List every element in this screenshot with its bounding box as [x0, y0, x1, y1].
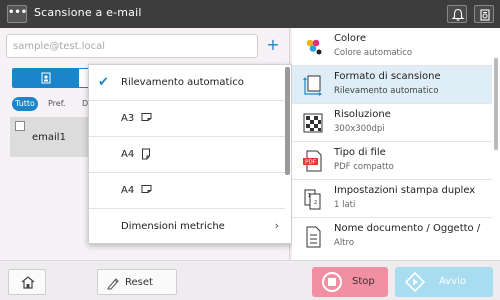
dropdown-item-a4-landscape[interactable]: A4	[89, 173, 285, 209]
settings-panel: Colore Colore automatico Formato di scan…	[292, 28, 500, 260]
bell-icon	[451, 8, 465, 21]
setting-title: Tipo di file	[334, 147, 386, 158]
contact-item[interactable]: email1	[10, 117, 100, 157]
setting-value: 1 lati	[334, 200, 356, 210]
duplex-icon: 1 2	[304, 189, 321, 210]
setting-title: Nome documento / Oggetto /	[334, 223, 481, 234]
dropdown-item-label: A4	[121, 185, 135, 196]
settings-scrollbar[interactable]	[494, 58, 498, 150]
svg-text:1: 1	[308, 193, 311, 199]
document-icon	[306, 226, 321, 248]
dropdown-item-label: A4	[121, 149, 135, 160]
resolution-icon	[303, 113, 323, 133]
menu-button[interactable]: •••	[7, 5, 27, 23]
setting-scan-size[interactable]: Formato di scansione Rilevamento automat…	[292, 66, 492, 104]
start-label: Avvio	[439, 276, 466, 287]
dropdown-item-label: Rilevamento automatico	[121, 77, 244, 88]
setting-value: Altro	[334, 238, 355, 248]
contact-checkbox[interactable]	[15, 121, 25, 131]
filter-pref-chip[interactable]: Pref.	[48, 97, 66, 111]
setting-value: Colore automatico	[334, 48, 413, 58]
address-book-tab[interactable]	[13, 69, 79, 87]
dropdown-item-label: A3	[121, 113, 135, 124]
setting-resolution[interactable]: Risoluzione 300x300dpi	[292, 104, 492, 142]
scan-size-icon	[303, 75, 322, 96]
setting-title: Colore	[334, 33, 367, 44]
address-book-icon	[41, 72, 51, 84]
start-icon	[405, 272, 425, 292]
dropdown-item-auto[interactable]: ✔ Rilevamento automatico	[89, 65, 285, 101]
start-button[interactable]: Avvio	[395, 267, 493, 297]
email-address-input[interactable]	[6, 34, 258, 58]
top-bar: ••• Scansione a e-mail	[0, 0, 500, 28]
stop-button[interactable]: Stop	[312, 267, 388, 297]
stop-label: Stop	[352, 276, 375, 287]
reset-label: Reset	[125, 277, 153, 288]
setting-duplex[interactable]: 1 2 Impostazioni stampa duplex 1 lati	[292, 180, 492, 218]
dropdown-scrollbar[interactable]	[285, 67, 290, 175]
home-button[interactable]	[8, 269, 46, 295]
landscape-page-icon	[141, 113, 152, 121]
reset-button[interactable]: Reset	[97, 269, 177, 295]
device-status-button[interactable]	[474, 5, 494, 23]
home-icon	[21, 276, 35, 289]
filter-all-chip[interactable]: Tutto	[12, 97, 38, 111]
setting-color[interactable]: Colore Colore automatico	[292, 28, 492, 66]
dropdown-item-a4-portrait[interactable]: A4	[89, 137, 285, 173]
pdf-icon-label: PDF	[305, 160, 316, 166]
pdf-icon: PDF	[303, 150, 322, 172]
device-status-icon	[480, 9, 490, 21]
stop-icon	[322, 272, 342, 292]
setting-file-type[interactable]: PDF Tipo di file PDF compatto	[292, 142, 492, 180]
setting-title: Impostazioni stampa duplex	[334, 185, 476, 196]
setting-value: 300x300dpi	[334, 124, 385, 134]
dropdown-item-metric[interactable]: Dimensioni metriche ›	[89, 209, 285, 245]
setting-value: PDF compatto	[334, 162, 394, 172]
check-icon: ✔	[98, 75, 109, 90]
landscape-page-icon	[141, 185, 152, 193]
reset-icon	[107, 278, 119, 290]
color-icon	[306, 39, 322, 55]
svg-text:2: 2	[314, 200, 317, 206]
setting-title: Risoluzione	[334, 109, 391, 120]
add-address-button[interactable]: +	[262, 34, 284, 58]
chevron-right-icon: ›	[274, 219, 279, 232]
dropdown-item-a3[interactable]: A3	[89, 101, 285, 137]
scan-size-dropdown: ✔ Rilevamento automatico A3 A4 A4 Dimens…	[88, 64, 292, 244]
setting-value: Rilevamento automatico	[334, 86, 439, 96]
setting-title: Formato di scansione	[334, 71, 441, 82]
portrait-page-icon	[142, 148, 150, 160]
setting-document-name[interactable]: Nome documento / Oggetto / Altro	[292, 218, 492, 256]
app-title: Scansione a e-mail	[34, 6, 142, 19]
contact-label: email1	[32, 132, 66, 143]
dropdown-item-label: Dimensioni metriche	[121, 221, 225, 232]
notification-button[interactable]	[447, 5, 467, 23]
bottom-bar: Reset Stop Avvio	[0, 260, 500, 300]
